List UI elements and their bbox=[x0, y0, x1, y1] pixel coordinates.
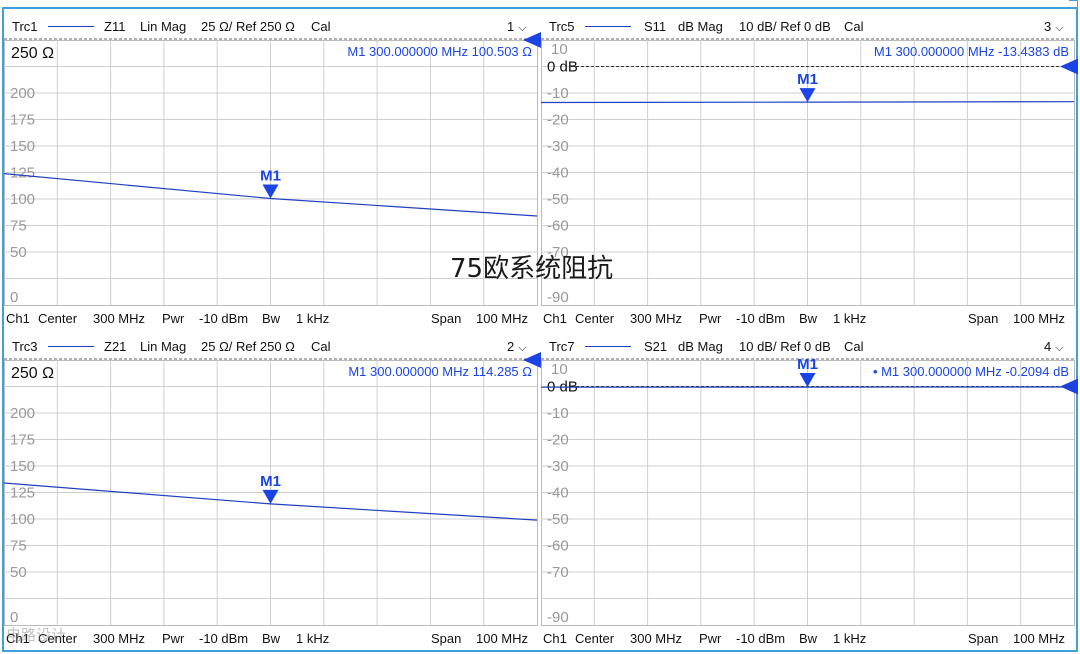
marker-triangle-icon bbox=[799, 373, 816, 388]
channel-label[interactable]: Ch1 bbox=[543, 631, 567, 646]
y-tick-label: -30 bbox=[547, 138, 569, 155]
trace-panel-trc3[interactable]: Trc3 Z21 Lin Mag 25 Ω/ Ref 250 Ω Cal 2 ⌵ … bbox=[4, 330, 542, 651]
power-label: Pwr bbox=[162, 311, 185, 326]
span-value[interactable]: 100 MHz bbox=[476, 631, 528, 646]
channel-footer: Ch1 Center 300 MHz Pwr -10 dBm Bw 1 kHz … bbox=[541, 308, 1079, 330]
channel-footer: Ch1 Center 300 MHz Pwr -10 dBm Bw 1 kHz … bbox=[541, 628, 1079, 650]
center-label: Center bbox=[38, 311, 78, 326]
bandwidth-value[interactable]: 1 kHz bbox=[833, 311, 866, 326]
watermark: 电路设计 bbox=[6, 626, 67, 644]
reference-value-label: 250 Ω bbox=[11, 365, 54, 382]
y-tick-label: -70 bbox=[547, 564, 569, 581]
marker-triangle-icon bbox=[799, 88, 816, 103]
marker-readout: M1 300.000000 MHz 114.285 Ω bbox=[348, 364, 532, 379]
power-value[interactable]: -10 dBm bbox=[199, 311, 248, 326]
y-tick-label: 150 bbox=[10, 458, 35, 475]
y-tick-label: -50 bbox=[547, 191, 569, 208]
power-value[interactable]: -10 dBm bbox=[736, 311, 785, 326]
center-value[interactable]: 300 MHz bbox=[630, 631, 682, 646]
trace-diagram[interactable]: -10-20-30-40-50-60-70-90100 dBM1 • M1 300… bbox=[541, 330, 1079, 651]
y-tick-label: 175 bbox=[10, 112, 35, 129]
marker-label: M1 bbox=[797, 71, 818, 88]
bandwidth-value[interactable]: 1 kHz bbox=[296, 311, 329, 326]
power-value[interactable]: -10 dBm bbox=[736, 631, 785, 646]
reference-arrow-icon bbox=[1060, 58, 1078, 75]
bandwidth-value[interactable]: 1 kHz bbox=[296, 631, 329, 646]
channel-label[interactable]: Ch1 bbox=[543, 311, 567, 326]
y-tick-label: 125 bbox=[10, 165, 35, 182]
y-tick-label: -10 bbox=[547, 85, 569, 102]
span-label: Span bbox=[968, 631, 999, 646]
reference-value-label: 250 Ω bbox=[11, 45, 54, 62]
marker-readout: M1 300.000000 MHz 100.503 Ω bbox=[347, 44, 532, 59]
marker-triangle-icon bbox=[262, 489, 279, 504]
y-tick-label-top: 10 bbox=[551, 41, 568, 58]
channel-footer: Ch1 Center 300 MHz Pwr -10 dBm Bw 1 kHz … bbox=[4, 628, 542, 650]
power-label: Pwr bbox=[699, 631, 722, 646]
y-tick-label-top: 10 bbox=[551, 361, 568, 378]
center-value[interactable]: 300 MHz bbox=[93, 631, 145, 646]
y-tick-label: -40 bbox=[547, 165, 569, 182]
power-value[interactable]: -10 dBm bbox=[199, 631, 248, 646]
span-label: Span bbox=[431, 311, 462, 326]
trace-panel-trc5[interactable]: Trc5 S11 dB Mag 10 dB/ Ref 0 dB Cal 3 ⌵ -… bbox=[541, 10, 1079, 331]
y-tick-label: -20 bbox=[547, 432, 569, 449]
reference-value-label: 0 dB bbox=[547, 59, 578, 76]
bandwidth-value[interactable]: 1 kHz bbox=[833, 631, 866, 646]
y-tick-label: -90 bbox=[547, 289, 569, 306]
y-tick-label: -50 bbox=[547, 511, 569, 528]
marker-readout: M1 300.000000 MHz -13.4383 dB bbox=[874, 44, 1069, 59]
y-tick-label: 50 bbox=[10, 564, 27, 581]
center-label: Center bbox=[575, 631, 615, 646]
y-tick-label: -60 bbox=[547, 218, 569, 235]
y-tick-label: -40 bbox=[547, 485, 569, 502]
marker-label: M1 bbox=[260, 473, 281, 490]
trace-diagram[interactable]: -10-20-30-40-50-60-70-90100 dBM1M1 300.0… bbox=[541, 10, 1079, 331]
overlay-caption: 75欧系统阻抗 bbox=[450, 254, 614, 284]
y-tick-label: -20 bbox=[547, 112, 569, 129]
center-label: Center bbox=[575, 311, 615, 326]
channel-footer: Ch1 Center 300 MHz Pwr -10 dBm Bw 1 kHz … bbox=[4, 308, 542, 330]
channel-label[interactable]: Ch1 bbox=[6, 311, 30, 326]
y-tick-label: 0 bbox=[10, 289, 18, 306]
trace-panel-trc7[interactable]: Trc7 S21 dB Mag 10 dB/ Ref 0 dB Cal 4 ⌵ -… bbox=[541, 330, 1079, 651]
window-corner-icon bbox=[1069, 0, 1078, 9]
bandwidth-label: Bw bbox=[262, 631, 281, 646]
center-value[interactable]: 300 MHz bbox=[93, 311, 145, 326]
trace-diagram[interactable]: 20017515012510075500250 ΩM1M1 300.000000… bbox=[4, 330, 542, 651]
span-value[interactable]: 100 MHz bbox=[1013, 631, 1065, 646]
y-tick-label: 75 bbox=[10, 538, 27, 555]
marker-label: M1 bbox=[260, 167, 281, 184]
power-label: Pwr bbox=[699, 311, 722, 326]
span-label: Span bbox=[431, 631, 462, 646]
y-tick-label: 175 bbox=[10, 432, 35, 449]
y-tick-label: -30 bbox=[547, 458, 569, 475]
y-tick-label: 50 bbox=[10, 244, 27, 261]
y-tick-label: 75 bbox=[10, 218, 27, 235]
y-tick-label: -60 bbox=[547, 538, 569, 555]
power-label: Pwr bbox=[162, 631, 185, 646]
bandwidth-label: Bw bbox=[799, 311, 818, 326]
marker-readout: • M1 300.000000 MHz -0.2094 dB bbox=[873, 364, 1069, 379]
y-tick-label: 100 bbox=[10, 191, 35, 208]
span-value[interactable]: 100 MHz bbox=[476, 311, 528, 326]
y-tick-label: -10 bbox=[547, 405, 569, 422]
y-tick-label: 150 bbox=[10, 138, 35, 155]
marker-triangle-icon bbox=[262, 184, 279, 199]
y-tick-label: 100 bbox=[10, 511, 35, 528]
marker-label: M1 bbox=[797, 356, 818, 373]
y-tick-label: 200 bbox=[10, 405, 35, 422]
bandwidth-label: Bw bbox=[799, 631, 818, 646]
span-value[interactable]: 100 MHz bbox=[1013, 311, 1065, 326]
span-label: Span bbox=[968, 311, 999, 326]
y-tick-label: 125 bbox=[10, 485, 35, 502]
center-value[interactable]: 300 MHz bbox=[630, 311, 682, 326]
y-tick-label: 200 bbox=[10, 85, 35, 102]
y-tick-label: -90 bbox=[547, 609, 569, 626]
bandwidth-label: Bw bbox=[262, 311, 281, 326]
